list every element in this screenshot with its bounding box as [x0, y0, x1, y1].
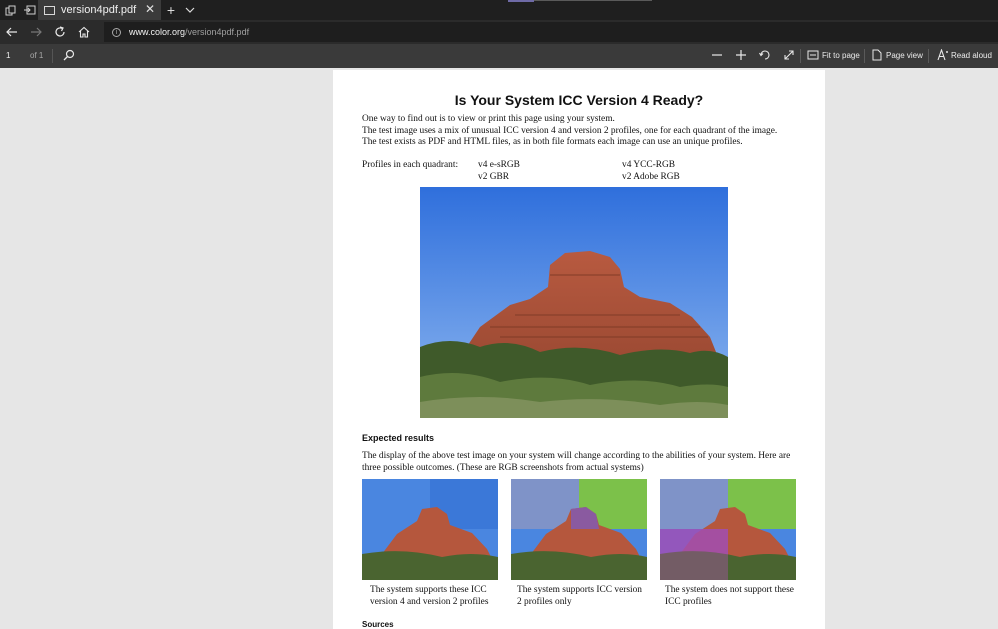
profile-item: v2 Adobe RGB	[622, 171, 680, 182]
page-number-input[interactable]: 1	[6, 51, 10, 60]
tab-divider-line	[534, 0, 652, 1]
tab-accent-line	[508, 0, 534, 2]
page-view-icon[interactable]	[870, 48, 884, 62]
expected-results-heading: Expected results	[362, 433, 435, 443]
document-icon	[44, 5, 55, 15]
outcome-image-unsupported	[660, 479, 796, 580]
intro-line: The test image uses a mix of unusual ICC…	[362, 125, 778, 136]
page-title: Is Your System ICC Version 4 Ready?	[454, 92, 704, 108]
fit-to-page-button[interactable]: Fit to page	[822, 51, 860, 60]
fullscreen-icon[interactable]	[782, 48, 796, 62]
new-tab-icon[interactable]: +	[163, 0, 179, 20]
address-bar[interactable]: i www.color.org/version4pdf.pdf	[104, 22, 998, 42]
tab-actions-icon[interactable]	[0, 0, 20, 20]
url-host: www.color.org	[129, 27, 186, 37]
outcome-image-v2-only	[511, 479, 647, 580]
forward-icon[interactable]	[24, 20, 48, 44]
tab-title: version4pdf.pdf	[61, 4, 137, 16]
toolbar-divider	[864, 49, 865, 63]
outcome-caption: The system supports these ICC version 4 …	[370, 585, 489, 607]
search-icon[interactable]	[62, 48, 76, 62]
fit-to-page-icon[interactable]	[806, 48, 820, 62]
page-view-button[interactable]: Page view	[886, 51, 923, 60]
zoom-in-icon[interactable]	[734, 48, 748, 62]
profile-item: v2 GBR	[478, 171, 509, 182]
toolbar-divider	[928, 49, 929, 63]
profile-item: v4 e-sRGB	[478, 160, 520, 170]
profiles-label: Profiles in each quadrant:	[362, 160, 459, 170]
read-aloud-button[interactable]: Read aloud	[951, 51, 992, 60]
expected-results-text: The display of the above test image on y…	[362, 451, 791, 473]
profile-item: v4 YCC-RGB	[622, 160, 676, 170]
back-icon[interactable]	[0, 20, 24, 44]
outcome-caption: The system does not support these ICC pr…	[665, 585, 794, 607]
toolbar-divider	[52, 49, 53, 63]
toolbar-divider	[800, 49, 801, 63]
page-count: of 1	[30, 51, 44, 60]
active-tab[interactable]: version4pdf.pdf ✕	[38, 0, 161, 20]
pdf-page: Is Your System ICC Version 4 Ready? One …	[333, 70, 825, 629]
pdf-toolbar: 1 of 1 Fit to page Page view Read aloud	[0, 44, 998, 68]
outcome-caption: The system supports ICC version 2 profil…	[517, 585, 642, 607]
read-aloud-icon[interactable]	[936, 48, 950, 62]
url-path: /version4pdf.pdf	[185, 27, 250, 37]
intro-line: The test exists as PDF and HTML files, a…	[362, 137, 743, 147]
set-aside-tabs-icon[interactable]	[20, 0, 40, 20]
refresh-icon[interactable]	[48, 20, 72, 44]
sources-heading: Sources	[362, 620, 394, 629]
intro-line: One way to find out is to view or print …	[362, 114, 615, 124]
rotate-icon[interactable]	[758, 48, 772, 62]
home-icon[interactable]	[72, 20, 96, 44]
test-image	[420, 187, 728, 418]
outcome-image-supported	[362, 479, 498, 580]
info-icon[interactable]: i	[112, 27, 121, 37]
chevron-down-icon[interactable]	[182, 0, 198, 20]
zoom-out-icon[interactable]	[710, 48, 724, 62]
close-icon[interactable]: ✕	[145, 2, 155, 16]
